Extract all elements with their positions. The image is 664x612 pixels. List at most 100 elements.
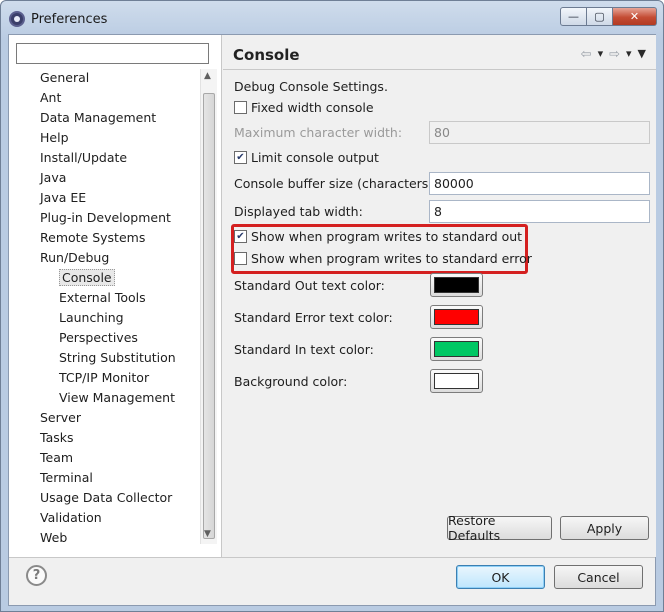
dialog-client-area: General Ant Data Management Help Install/Upd… (8, 34, 656, 606)
tree-item[interactable]: Java EE (40, 189, 86, 207)
tree-item-label: Validation (40, 510, 102, 525)
tree-item[interactable]: General (40, 69, 89, 87)
tree-item[interactable]: Help (40, 129, 69, 147)
back-arrow-icon[interactable]: ⇦ (581, 47, 592, 62)
tree-item-label: Java (40, 170, 67, 185)
checkbox-label: Show when program writes to standard out (251, 229, 523, 244)
tree-item-label: Plug-in Development (40, 210, 171, 225)
checkbox-label: Fixed width console (251, 100, 374, 115)
stdout-color-button[interactable] (430, 273, 483, 297)
forward-arrow-icon[interactable]: ⇨ (609, 47, 620, 62)
checkbox-box[interactable]: ✔ (234, 151, 247, 164)
preferences-window: Preferences — ▢ ✕ General Ant Data Managem… (0, 0, 664, 612)
tree-item[interactable]: Remote Systems (40, 229, 145, 247)
fixed-width-checkbox[interactable]: Fixed width console (234, 100, 374, 115)
tree-item[interactable]: Ant (40, 89, 61, 107)
window-title: Preferences (31, 12, 108, 27)
tree-item[interactable]: Perspectives (59, 329, 138, 347)
scroll-thumb[interactable] (203, 93, 215, 539)
tree-item[interactable]: Terminal (40, 469, 93, 487)
buffer-size-label: Console buffer size (characters): (234, 176, 438, 191)
tree-item-label: Ant (40, 90, 62, 105)
buffer-size-field[interactable]: 80000 (429, 172, 650, 195)
show-stdout-checkbox[interactable]: ✔ Show when program writes to standard o… (234, 229, 522, 244)
tree-item[interactable]: Validation (40, 509, 102, 527)
ok-button[interactable]: OK (456, 565, 545, 589)
tree-item[interactable]: Run/Debug (40, 249, 109, 267)
tab-width-field[interactable]: 8 (429, 200, 650, 223)
apply-button[interactable]: Apply (560, 516, 649, 540)
page-title: Console (233, 46, 300, 64)
tree-scrollbar[interactable]: ▲ ▼ (200, 69, 217, 544)
max-char-width-field: 80 (429, 121, 650, 144)
background-color-label: Background color: (234, 374, 348, 389)
color-swatch (434, 341, 479, 357)
tree-item-label: TCP/IP Monitor (59, 370, 150, 385)
tree-item-label: Team (40, 450, 74, 465)
minimize-button[interactable]: — (560, 7, 587, 26)
tree-item[interactable]: Plug-in Development (40, 209, 171, 227)
tree-item[interactable]: External Tools (59, 289, 146, 307)
tree-item[interactable]: Console (59, 269, 115, 287)
title-bar[interactable]: Preferences — ▢ ✕ (1, 1, 663, 35)
section-label: Debug Console Settings. (234, 79, 388, 94)
tree-item[interactable]: Launching (59, 309, 124, 327)
tree-item-label: Tasks (40, 430, 74, 445)
max-char-width-label: Maximum character width: (234, 125, 403, 140)
header-divider (223, 69, 656, 70)
stdin-color-button[interactable] (430, 337, 483, 361)
tree-item[interactable]: Team (40, 449, 73, 467)
tree-item-label: Console (59, 269, 115, 286)
checkbox-box[interactable]: ✔ (234, 230, 247, 243)
scroll-down-arrow-icon[interactable]: ▼ (204, 529, 211, 539)
tree-item[interactable]: Java (40, 169, 66, 187)
cancel-button[interactable]: Cancel (554, 565, 643, 589)
stderr-color-label: Standard Error text color: (234, 310, 393, 325)
tree-item-label: Install/Update (40, 150, 128, 165)
checkbox-label: Limit console output (251, 150, 379, 165)
tree-item[interactable]: Web (40, 529, 67, 547)
background-color-button[interactable] (430, 369, 483, 393)
view-menu-icon[interactable]: ▼ (638, 47, 646, 62)
checkbox-box[interactable] (234, 101, 247, 114)
footer-divider (9, 557, 655, 558)
eclipse-icon (9, 11, 25, 27)
tree-item-label: External Tools (59, 290, 146, 305)
tree-item[interactable]: Server (40, 409, 81, 427)
restore-defaults-button[interactable]: Restore Defaults (447, 513, 552, 543)
tree-item-label: Terminal (40, 470, 93, 485)
tree-item-label: Launching (59, 310, 124, 325)
tree-item-label: View Management (59, 390, 175, 405)
console-preference-page: Console ⇦ ▾ ⇨ ▾ ▼ Debug Console Settings… (223, 35, 656, 557)
tree-item-label: Perspectives (59, 330, 138, 345)
tree-item[interactable]: Usage Data Collector (40, 489, 172, 507)
limit-output-checkbox[interactable]: ✔ Limit console output (234, 150, 379, 165)
tree-item[interactable]: Tasks (40, 429, 74, 447)
tree-item-label: String Substitution (59, 350, 176, 365)
back-menu-chevron-icon[interactable]: ▾ (598, 47, 604, 62)
tree-item[interactable]: Data Management (40, 109, 156, 127)
help-icon[interactable]: ? (26, 565, 47, 586)
scroll-up-arrow-icon[interactable]: ▲ (204, 71, 211, 81)
tree-item[interactable]: Install/Update (40, 149, 127, 167)
maximize-button[interactable]: ▢ (587, 7, 613, 26)
tree-item[interactable]: TCP/IP Monitor (59, 369, 149, 387)
close-button[interactable]: ✕ (613, 7, 657, 26)
tree-item[interactable]: View Management (59, 389, 175, 407)
color-swatch (434, 373, 479, 389)
tree-item-label: Data Management (40, 110, 157, 125)
checkbox-box[interactable] (234, 252, 247, 265)
page-navigation: ⇦ ▾ ⇨ ▾ ▼ (581, 47, 646, 62)
tab-width-label: Displayed tab width: (234, 204, 363, 219)
stderr-color-button[interactable] (430, 305, 483, 329)
preference-tree-pane: General Ant Data Management Help Install/Upd… (9, 35, 222, 557)
tree-item-label: Help (40, 130, 69, 145)
show-stderr-checkbox[interactable]: Show when program writes to standard err… (234, 251, 532, 266)
checkbox-label: Show when program writes to standard err… (251, 251, 532, 266)
color-swatch (434, 309, 479, 325)
tree-item-label: Remote Systems (40, 230, 146, 245)
tree-item[interactable]: String Substitution (59, 349, 176, 367)
forward-menu-chevron-icon[interactable]: ▾ (626, 47, 632, 62)
stdin-color-label: Standard In text color: (234, 342, 374, 357)
filter-input[interactable] (16, 43, 209, 64)
